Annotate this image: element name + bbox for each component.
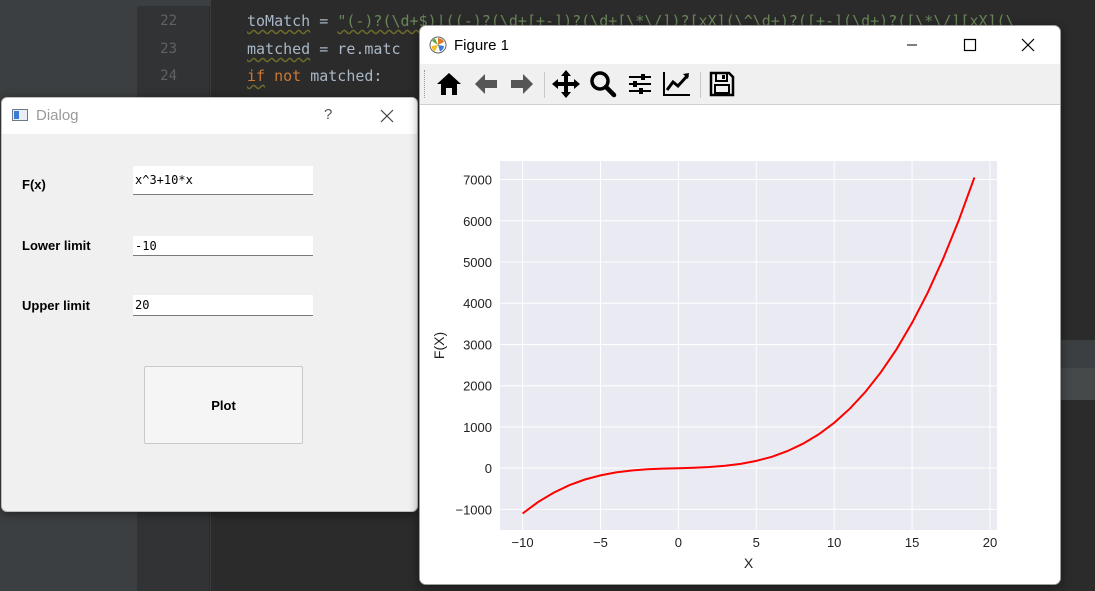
y-axis-label: F(X) — [431, 332, 447, 359]
x-tick-label: 0 — [675, 535, 682, 550]
y-tick-label: 5000 — [463, 255, 492, 270]
x-axis-label: X — [744, 555, 754, 571]
edit-axis-button[interactable] — [661, 68, 693, 100]
save-button[interactable] — [706, 68, 738, 100]
code-line[interactable]: if not matched: — [247, 67, 382, 85]
code-token: = re.matc — [310, 40, 401, 58]
line-number: 23 — [160, 41, 177, 57]
minimize-icon[interactable] — [902, 35, 922, 55]
navigation-toolbar — [420, 64, 1060, 105]
dialog-titlebar[interactable]: Dialog ? — [2, 98, 417, 134]
y-tick-label: 4000 — [463, 296, 492, 311]
help-button[interactable]: ? — [324, 106, 332, 123]
code-keyword: if — [247, 67, 266, 85]
figure-canvas[interactable]: −10 −5 0 5 10 15 20 −1000 0 1000 2000 3000 4000 5000 6… — [420, 105, 1060, 584]
window-app-icon — [12, 109, 28, 121]
back-button[interactable] — [470, 68, 502, 100]
figure-window: Figure 1 −10 −5 0 5 10 15 20 −1000 0 100… — [419, 25, 1061, 585]
toolbar-separator — [544, 72, 545, 98]
line-number: 22 — [160, 13, 177, 29]
pan-icon — [552, 70, 580, 98]
code-token: toMatch — [247, 12, 311, 30]
back-arrow-icon — [475, 74, 497, 94]
upper-limit-input[interactable] — [133, 295, 313, 316]
y-tick-label: 2000 — [463, 379, 492, 394]
line-chart: −10 −5 0 5 10 15 20 −1000 0 1000 2000 3000 4000 5000 6… — [431, 161, 997, 571]
x-tick-label: −10 — [512, 535, 534, 550]
zoom-icon — [590, 71, 617, 98]
y-tick-label: −1000 — [455, 502, 492, 517]
lower-limit-input[interactable] — [133, 236, 313, 256]
figure-titlebar[interactable]: Figure 1 — [420, 26, 1060, 64]
figure-title: Figure 1 — [454, 37, 510, 54]
side-panel — [1060, 340, 1095, 368]
save-icon — [709, 71, 735, 97]
dialog-window: Dialog ? F(x) Lower limit Upper limit Pl… — [1, 97, 418, 512]
editor-tab-strip — [137, 0, 211, 6]
maximize-icon[interactable] — [960, 35, 980, 55]
x-tick-label: 5 — [753, 535, 760, 550]
x-tick-label: 15 — [905, 535, 919, 550]
pan-button[interactable] — [550, 68, 582, 100]
lower-limit-label: Lower limit — [22, 238, 91, 253]
close-icon[interactable] — [1018, 35, 1038, 55]
code-keyword: not — [274, 67, 302, 85]
matplotlib-icon — [429, 36, 447, 54]
x-tick-label: 10 — [827, 535, 841, 550]
y-tick-label: 1000 — [463, 420, 492, 435]
forward-arrow-icon — [511, 74, 533, 94]
y-tick-label: 0 — [485, 461, 492, 476]
side-panel — [1060, 368, 1095, 400]
zoom-button[interactable] — [587, 68, 619, 100]
code-token: = — [310, 12, 338, 30]
toolbar-separator — [700, 72, 701, 98]
x-tick-label: 20 — [983, 535, 997, 550]
plot-area — [500, 161, 997, 530]
x-tick-label: −5 — [593, 535, 608, 550]
fx-label: F(x) — [22, 177, 46, 192]
line-number: 24 — [160, 68, 177, 84]
home-button[interactable] — [433, 68, 465, 100]
y-tick-label: 6000 — [463, 214, 492, 229]
close-icon[interactable] — [378, 107, 396, 125]
dialog-title: Dialog — [36, 107, 79, 124]
subplots-icon — [629, 74, 651, 94]
fx-input[interactable] — [133, 166, 313, 195]
forward-button[interactable] — [506, 68, 538, 100]
subplots-button[interactable] — [624, 68, 656, 100]
code-token: matched: — [310, 67, 383, 85]
y-tick-label: 3000 — [463, 337, 492, 352]
plot-button[interactable]: Plot — [144, 366, 303, 444]
toolbar-grip — [424, 70, 427, 98]
home-icon — [437, 73, 461, 95]
code-token: matched — [247, 40, 311, 58]
upper-limit-label: Upper limit — [22, 298, 90, 313]
y-tick-label: 7000 — [463, 173, 492, 188]
code-line[interactable]: matched = re.matc — [247, 40, 401, 58]
edit-axis-icon — [663, 72, 690, 96]
